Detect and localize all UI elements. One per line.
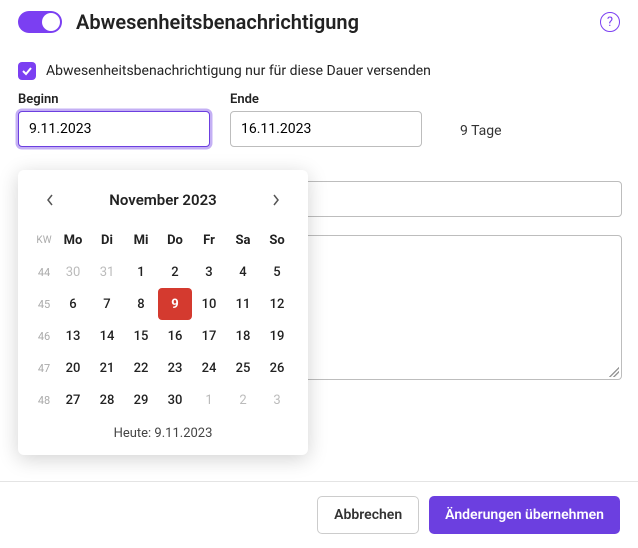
calendar-day[interactable]: 2 <box>158 256 192 288</box>
checkbox[interactable] <box>18 62 36 80</box>
start-date-input[interactable] <box>18 111 210 147</box>
calendar-day[interactable]: 26 <box>260 352 294 384</box>
next-month-button[interactable] <box>262 186 290 214</box>
calendar-day[interactable]: 18 <box>226 320 260 352</box>
end-label: Ende <box>230 92 422 107</box>
calendar-day[interactable]: 20 <box>56 352 90 384</box>
calendar-day[interactable]: 31 <box>90 256 124 288</box>
calendar-day[interactable]: 17 <box>192 320 226 352</box>
calendar-day[interactable]: 21 <box>90 352 124 384</box>
calendar-day[interactable]: 8 <box>124 288 158 320</box>
calendar-day[interactable]: 3 <box>192 256 226 288</box>
calendar-day[interactable]: 9 <box>158 288 192 320</box>
prev-month-button[interactable] <box>36 186 64 214</box>
calendar-day[interactable]: 29 <box>124 384 158 416</box>
weekday-header: Mi <box>124 224 158 256</box>
calendar-day[interactable]: 4 <box>226 256 260 288</box>
calendar-day[interactable]: 11 <box>226 288 260 320</box>
calendar-day[interactable]: 28 <box>90 384 124 416</box>
weekday-header: So <box>260 224 294 256</box>
calendar-day[interactable]: 30 <box>158 384 192 416</box>
week-number: 45 <box>32 288 56 320</box>
apply-button[interactable]: Änderungen übernehmen <box>429 496 620 534</box>
calendar-day[interactable]: 13 <box>56 320 90 352</box>
check-icon <box>21 65 33 77</box>
week-number: 46 <box>32 320 56 352</box>
datepicker-popup: November 2023 KWMoDiMiDoFrSaSo4430311234… <box>18 170 308 455</box>
calendar-day[interactable]: 23 <box>158 352 192 384</box>
week-number: 44 <box>32 256 56 288</box>
chevron-right-icon <box>272 194 280 206</box>
calendar-day[interactable]: 30 <box>56 256 90 288</box>
weekday-header: Di <box>90 224 124 256</box>
toggle-switch[interactable] <box>18 11 62 33</box>
calendar-day[interactable]: 1 <box>124 256 158 288</box>
cancel-button[interactable]: Abbrechen <box>317 496 419 534</box>
kw-header: KW <box>32 224 56 256</box>
week-number: 48 <box>32 384 56 416</box>
calendar-day[interactable]: 25 <box>226 352 260 384</box>
start-label: Beginn <box>18 92 210 107</box>
calendar-day[interactable]: 12 <box>260 288 294 320</box>
chevron-left-icon <box>46 194 54 206</box>
calendar-day[interactable]: 19 <box>260 320 294 352</box>
checkbox-label: Abwesenheitsbenachrichtigung nur für die… <box>46 63 431 79</box>
calendar-day[interactable]: 22 <box>124 352 158 384</box>
header: Abwesenheitsbenachrichtigung ? <box>18 10 620 34</box>
datepicker-month-year[interactable]: November 2023 <box>109 191 216 209</box>
help-icon[interactable]: ? <box>600 12 620 32</box>
datepicker-grid: KWMoDiMiDoFrSaSo443031123454567891011124… <box>32 224 294 416</box>
week-number: 47 <box>32 352 56 384</box>
weekday-header: Mo <box>56 224 90 256</box>
end-date-input[interactable] <box>230 111 422 147</box>
calendar-day[interactable]: 1 <box>192 384 226 416</box>
calendar-day[interactable]: 7 <box>90 288 124 320</box>
duration-text: 9 Tage <box>460 123 502 147</box>
calendar-day[interactable]: 2 <box>226 384 260 416</box>
footer: Abbrechen Änderungen übernehmen <box>0 481 638 548</box>
weekday-header: Sa <box>226 224 260 256</box>
calendar-day[interactable]: 15 <box>124 320 158 352</box>
calendar-day[interactable]: 16 <box>158 320 192 352</box>
calendar-day[interactable]: 14 <box>90 320 124 352</box>
dates-row: Beginn Ende 9 Tage <box>18 92 620 147</box>
calendar-day[interactable]: 10 <box>192 288 226 320</box>
page-title: Abwesenheitsbenachrichtigung <box>76 10 359 34</box>
calendar-day[interactable]: 3 <box>260 384 294 416</box>
duration-checkbox-row: Abwesenheitsbenachrichtigung nur für die… <box>18 62 620 80</box>
calendar-day[interactable]: 27 <box>56 384 90 416</box>
calendar-day[interactable]: 6 <box>56 288 90 320</box>
calendar-day[interactable]: 5 <box>260 256 294 288</box>
today-link[interactable]: Heute: 9.11.2023 <box>32 426 294 441</box>
weekday-header: Fr <box>192 224 226 256</box>
calendar-day[interactable]: 24 <box>192 352 226 384</box>
weekday-header: Do <box>158 224 192 256</box>
